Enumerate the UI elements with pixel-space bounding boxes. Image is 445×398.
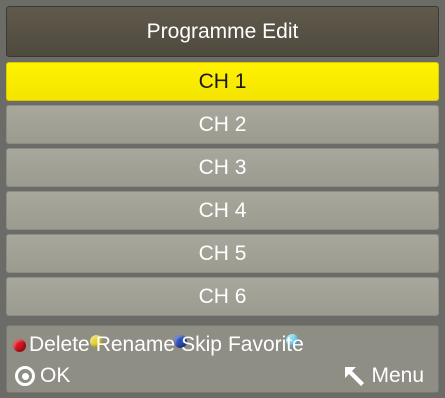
red-button-icon: [13, 338, 26, 352]
rename-key-label: Rename: [95, 333, 176, 356]
help-bar: Delete Rename Skip Favorite OK Menu: [6, 325, 439, 393]
favorite-key[interactable]: Favorite: [228, 333, 304, 357]
favorite-key-label: Favorite: [227, 333, 304, 356]
channel-row-2[interactable]: CH 2: [6, 105, 439, 144]
ok-hint[interactable]: OK: [15, 364, 70, 388]
channel-row-6[interactable]: CH 6: [6, 277, 439, 316]
menu-hint[interactable]: Menu: [343, 364, 424, 388]
delete-key-label: Delete: [29, 333, 90, 356]
channel-row-4[interactable]: CH 4: [6, 191, 439, 230]
skip-key-label: Skip: [181, 333, 222, 356]
back-arrow-icon: [345, 367, 365, 386]
ok-button-icon: [15, 366, 35, 386]
color-key-legend: Delete Rename Skip Favorite: [13, 333, 310, 357]
ok-label: OK: [40, 364, 71, 387]
delete-key[interactable]: Delete: [13, 333, 90, 357]
rename-key[interactable]: Rename: [89, 333, 176, 357]
page-title: Programme Edit: [6, 6, 439, 57]
programme-edit-screen: Programme Edit CH 1 CH 2 CH 3 CH 4 CH 5 …: [0, 0, 445, 398]
channel-row-1[interactable]: CH 1: [6, 62, 439, 101]
menu-label: Menu: [371, 364, 424, 387]
channel-row-3[interactable]: CH 3: [6, 148, 439, 187]
channel-row-5[interactable]: CH 5: [6, 234, 439, 273]
channel-list: CH 1 CH 2 CH 3 CH 4 CH 5 CH 6: [6, 62, 439, 320]
skip-key[interactable]: Skip: [174, 333, 222, 357]
